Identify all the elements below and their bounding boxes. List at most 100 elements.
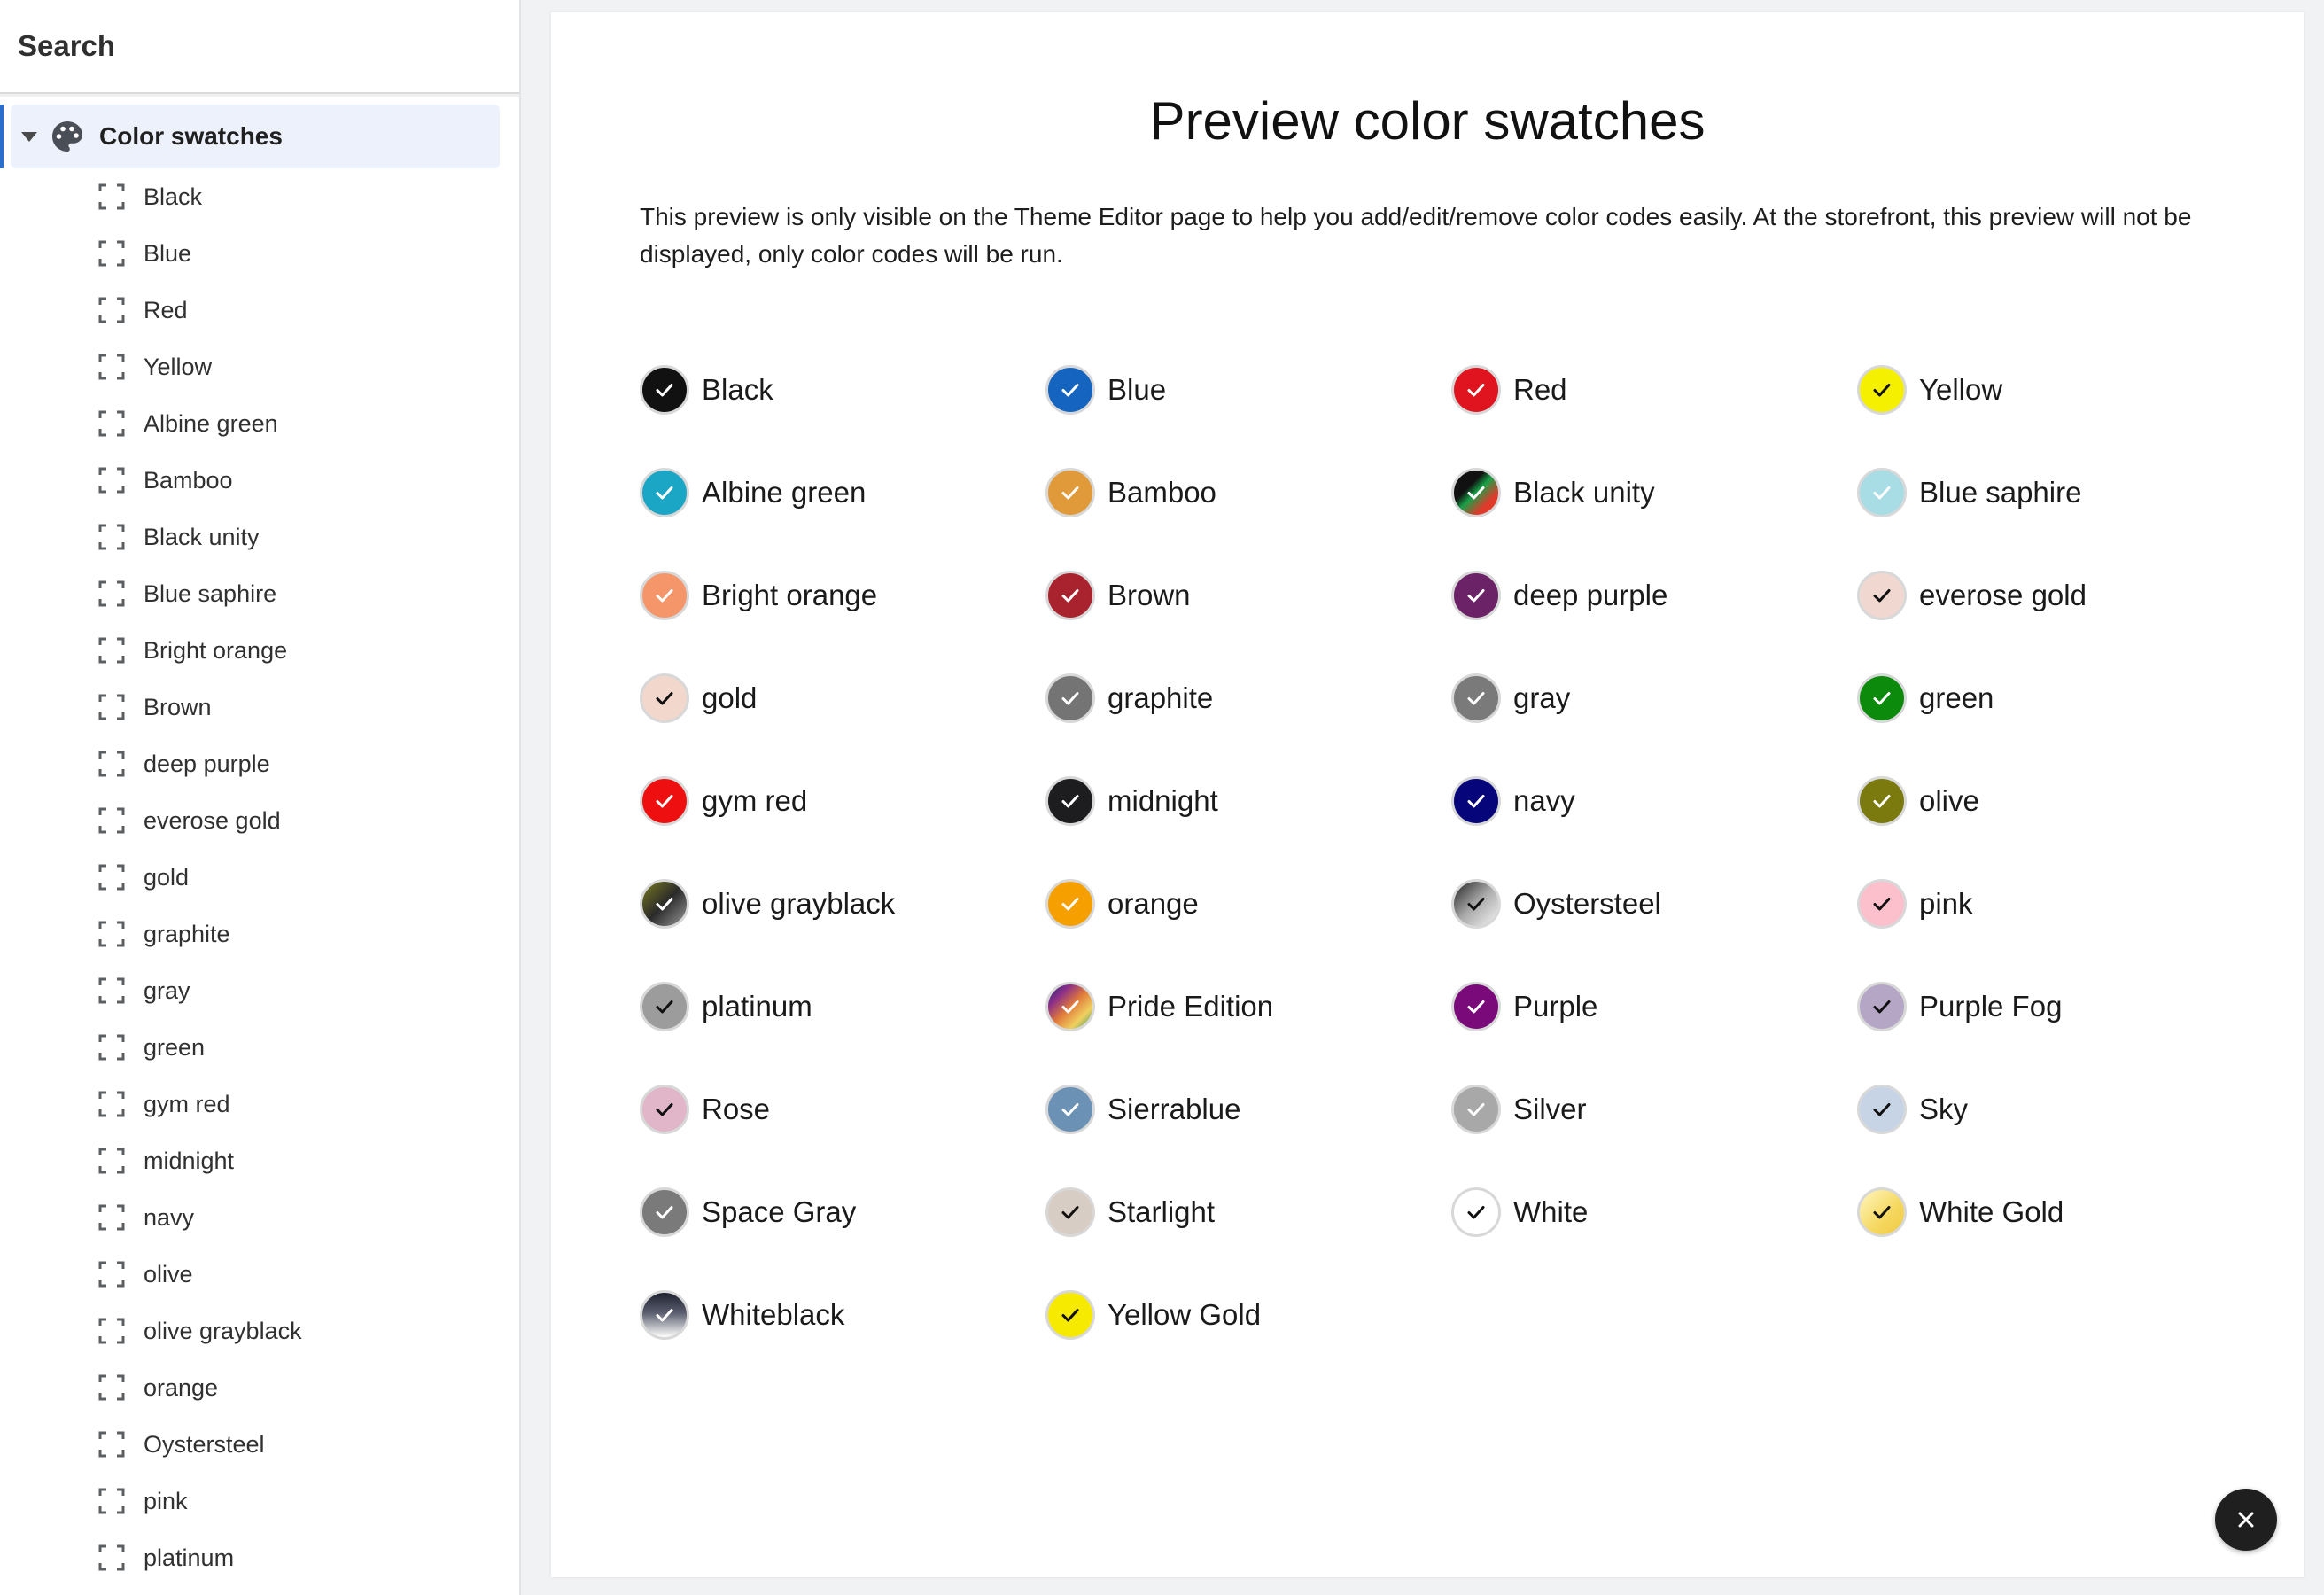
swatch-label: Rose [702, 1093, 771, 1125]
swatch-item: Purple Fog [1857, 955, 2263, 1058]
tree-item-label: deep purple [144, 750, 270, 777]
checkmark-icon [1873, 1206, 1891, 1219]
swatch-label: Purple Fog [1919, 990, 2063, 1023]
color-swatch [1045, 879, 1095, 929]
tree-item-label: Black [144, 183, 203, 210]
tree-item[interactable]: Blue [0, 225, 519, 282]
search-field[interactable]: Search [0, 0, 519, 94]
color-swatch [640, 879, 689, 929]
section-block-icon [98, 694, 125, 720]
section-block-icon [98, 1204, 125, 1231]
checkmark-icon [656, 795, 673, 808]
color-swatch [640, 982, 689, 1031]
close-button[interactable] [2215, 1489, 2277, 1551]
swatch-label: Brown [1108, 579, 1191, 611]
swatch-item: pink [1857, 852, 2263, 955]
swatch-item: Rose [640, 1058, 1045, 1161]
swatch-item: Starlight [1045, 1161, 1451, 1264]
swatch-item: Oystersteel [1451, 852, 1857, 955]
tree-item[interactable]: gold [0, 849, 519, 906]
color-swatch [1045, 673, 1095, 723]
tree-item-color-swatches[interactable]: Color swatches [0, 105, 500, 168]
section-block-icon [98, 807, 125, 834]
swatch-item: gold [640, 647, 1045, 750]
tree-item-label: gold [144, 863, 190, 891]
checkmark-icon [1873, 1103, 1891, 1116]
tree-item[interactable]: Bamboo [0, 452, 519, 509]
tree-item[interactable]: gray [0, 962, 519, 1019]
tree-item-label: olive grayblack [144, 1317, 302, 1344]
section-block-icon [98, 467, 125, 494]
swatch-label: gym red [702, 784, 808, 817]
swatch-label: Bamboo [1108, 476, 1216, 509]
tree-item[interactable]: Yellow [0, 338, 519, 395]
color-swatch [640, 1290, 689, 1340]
tree-item[interactable]: Red [0, 282, 519, 338]
swatch-item: Sierrablue [1045, 1058, 1451, 1161]
color-swatch [1045, 571, 1095, 620]
swatch-item: green [1857, 647, 2263, 750]
tree-item[interactable]: gym red [0, 1076, 519, 1132]
color-swatch [1045, 1085, 1095, 1134]
swatch-item: midnight [1045, 750, 1451, 852]
checkmark-icon [656, 898, 673, 911]
tree-item-label: Blue [144, 239, 192, 267]
swatch-label: gray [1513, 681, 1571, 714]
page-description: This preview is only visible on the Them… [640, 203, 2192, 268]
section-block-icon [98, 240, 125, 267]
checkmark-icon [1873, 486, 1891, 500]
tree-item[interactable]: Bright orange [0, 622, 519, 679]
swatch-item: graphite [1045, 647, 1451, 750]
swatch-label: Oystersteel [1513, 887, 1661, 920]
swatch-label: navy [1513, 784, 1575, 817]
swatch-label: pink [1919, 887, 1973, 920]
tree-item[interactable]: midnight [0, 1132, 519, 1189]
swatch-label: Sky [1919, 1093, 1969, 1125]
close-icon [2238, 1512, 2254, 1528]
checkmark-icon [1467, 692, 1485, 705]
tree-children-list: Black Blue Red Yellow Albine green Bamboo Blac… [0, 168, 519, 1586]
tree-item[interactable]: olive [0, 1246, 519, 1303]
tree-item[interactable]: pink [0, 1473, 519, 1529]
color-swatch [1857, 673, 1907, 723]
tree-item[interactable]: orange [0, 1359, 519, 1416]
tree-item[interactable]: Blue saphire [0, 565, 519, 622]
swatch-item: Black [640, 338, 1045, 441]
tree-item[interactable]: graphite [0, 906, 519, 962]
color-swatch [1451, 673, 1501, 723]
tree-item[interactable]: platinum [0, 1529, 519, 1586]
swatch-label: Red [1513, 373, 1567, 406]
color-swatch [640, 776, 689, 826]
section-block-icon [98, 1544, 125, 1571]
tree-item-label: Albine green [144, 409, 278, 437]
swatch-item: Yellow [1857, 338, 2263, 441]
tree-item-label: Bright orange [144, 636, 288, 664]
section-block-icon [98, 637, 125, 664]
swatch-label: Yellow [1919, 373, 2003, 406]
swatch-item: deep purple [1451, 544, 1857, 647]
swatch-item: Blue saphire [1857, 441, 2263, 544]
tree-item[interactable]: deep purple [0, 735, 519, 792]
swatch-item: Sky [1857, 1058, 2263, 1161]
swatch-label: midnight [1108, 784, 1218, 817]
swatch-label: Silver [1513, 1093, 1587, 1125]
color-swatch [1451, 776, 1501, 826]
caret-down-icon[interactable] [21, 131, 37, 142]
tree-item[interactable]: olive grayblack [0, 1303, 519, 1359]
tree-item[interactable]: Albine green [0, 395, 519, 452]
checkmark-icon [1467, 1000, 1485, 1014]
tree-item[interactable]: Brown [0, 679, 519, 735]
tree-item[interactable]: navy [0, 1189, 519, 1246]
checkmark-icon [656, 692, 673, 705]
swatch-label: Yellow Gold [1108, 1298, 1262, 1331]
tree-item[interactable]: Oystersteel [0, 1416, 519, 1473]
section-block-icon [98, 580, 125, 607]
tree-item-label: Black unity [144, 523, 260, 550]
swatch-item: Pride Edition [1045, 955, 1451, 1058]
tree-item[interactable]: Black [0, 168, 519, 225]
tree-item[interactable]: green [0, 1019, 519, 1076]
swatch-item: gray [1451, 647, 1857, 750]
tree-item[interactable]: Black unity [0, 509, 519, 565]
tree-item[interactable]: everose gold [0, 792, 519, 849]
swatch-item: Silver [1451, 1058, 1857, 1161]
